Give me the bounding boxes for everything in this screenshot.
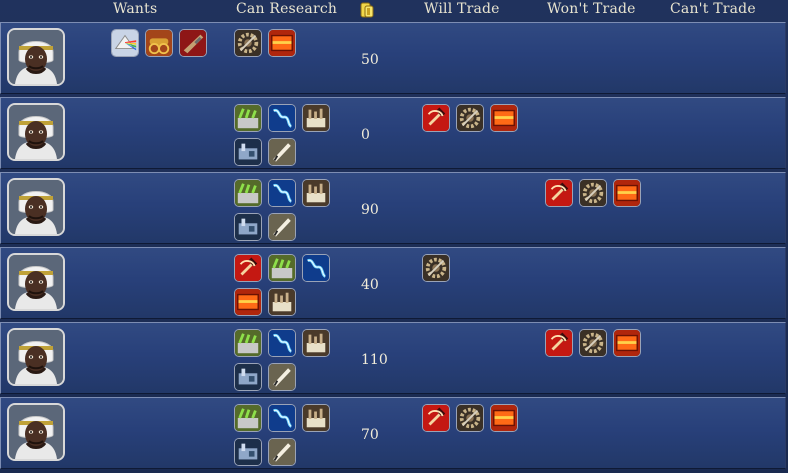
factory-tech-icon[interactable] <box>302 179 330 207</box>
gear-machinery-tech-icon[interactable] <box>456 104 484 132</box>
leader-portrait[interactable] <box>7 28 65 86</box>
fertilizer-farm-tech-icon[interactable] <box>234 104 262 132</box>
electricity-tech-icon[interactable] <box>268 404 296 432</box>
gold-amount: 50 <box>361 52 379 68</box>
rifle-tech-icon[interactable] <box>179 29 207 57</box>
gold-coins-icon <box>359 1 375 19</box>
communism-tech-icon[interactable] <box>422 104 450 132</box>
steam-engine-tech-icon[interactable] <box>234 363 262 391</box>
leader-portrait[interactable] <box>7 178 65 236</box>
steam-engine-tech-icon[interactable] <box>234 438 262 466</box>
civ-row[interactable]: 90 <box>0 172 786 244</box>
gear-machinery-tech-icon[interactable] <box>579 179 607 207</box>
civ-row[interactable]: 0 <box>0 97 786 169</box>
leader-portrait[interactable] <box>7 253 65 311</box>
quill-writing-tech-icon[interactable] <box>268 363 296 391</box>
rainbow-prism-tech-icon[interactable] <box>111 29 139 57</box>
furnace-steel-tech-icon[interactable] <box>490 104 518 132</box>
quill-writing-tech-icon[interactable] <box>268 213 296 241</box>
quill-writing-tech-icon[interactable] <box>268 138 296 166</box>
factory-tech-icon[interactable] <box>302 404 330 432</box>
gold-amount: 90 <box>361 202 379 218</box>
header-wont-trade: Won't Trade <box>547 1 636 17</box>
gear-machinery-tech-icon[interactable] <box>422 254 450 282</box>
fertilizer-farm-tech-icon[interactable] <box>268 254 296 282</box>
diplomacy-trade-screen: { "headers": { "wants": "Wants", "can_re… <box>0 0 788 473</box>
fertilizer-farm-tech-icon[interactable] <box>234 404 262 432</box>
header-will-trade: Will Trade <box>424 1 500 17</box>
header-cant-trade: Can't Trade <box>670 1 756 17</box>
gold-amount: 0 <box>361 127 370 143</box>
leader-portrait[interactable] <box>7 403 65 461</box>
civ-row[interactable]: 70 <box>0 397 786 469</box>
furnace-steel-tech-icon[interactable] <box>268 29 296 57</box>
gear-machinery-tech-icon[interactable] <box>456 404 484 432</box>
factory-tech-icon[interactable] <box>302 329 330 357</box>
steam-engine-tech-icon[interactable] <box>234 138 262 166</box>
communism-tech-icon[interactable] <box>545 179 573 207</box>
electricity-tech-icon[interactable] <box>302 254 330 282</box>
electricity-tech-icon[interactable] <box>268 179 296 207</box>
fertilizer-farm-tech-icon[interactable] <box>234 179 262 207</box>
gold-amount: 70 <box>361 427 379 443</box>
cannon-tech-icon[interactable] <box>145 29 173 57</box>
furnace-steel-tech-icon[interactable] <box>234 288 262 316</box>
gold-amount: 40 <box>361 277 379 293</box>
quill-writing-tech-icon[interactable] <box>268 438 296 466</box>
header-can-research: Can Research <box>236 1 338 17</box>
furnace-steel-tech-icon[interactable] <box>613 179 641 207</box>
gear-machinery-tech-icon[interactable] <box>579 329 607 357</box>
communism-tech-icon[interactable] <box>545 329 573 357</box>
gear-machinery-tech-icon[interactable] <box>234 29 262 57</box>
header-wants: Wants <box>113 1 158 17</box>
factory-tech-icon[interactable] <box>268 288 296 316</box>
factory-tech-icon[interactable] <box>302 104 330 132</box>
communism-tech-icon[interactable] <box>422 404 450 432</box>
leader-portrait[interactable] <box>7 103 65 161</box>
furnace-steel-tech-icon[interactable] <box>490 404 518 432</box>
civ-row[interactable]: 40 <box>0 247 786 319</box>
gold-amount: 110 <box>361 352 388 368</box>
civ-row[interactable]: 110 <box>0 322 786 394</box>
furnace-steel-tech-icon[interactable] <box>613 329 641 357</box>
leader-portrait[interactable] <box>7 328 65 386</box>
civ-row[interactable]: 50 <box>0 22 786 94</box>
fertilizer-farm-tech-icon[interactable] <box>234 329 262 357</box>
electricity-tech-icon[interactable] <box>268 104 296 132</box>
communism-tech-icon[interactable] <box>234 254 262 282</box>
electricity-tech-icon[interactable] <box>268 329 296 357</box>
steam-engine-tech-icon[interactable] <box>234 213 262 241</box>
